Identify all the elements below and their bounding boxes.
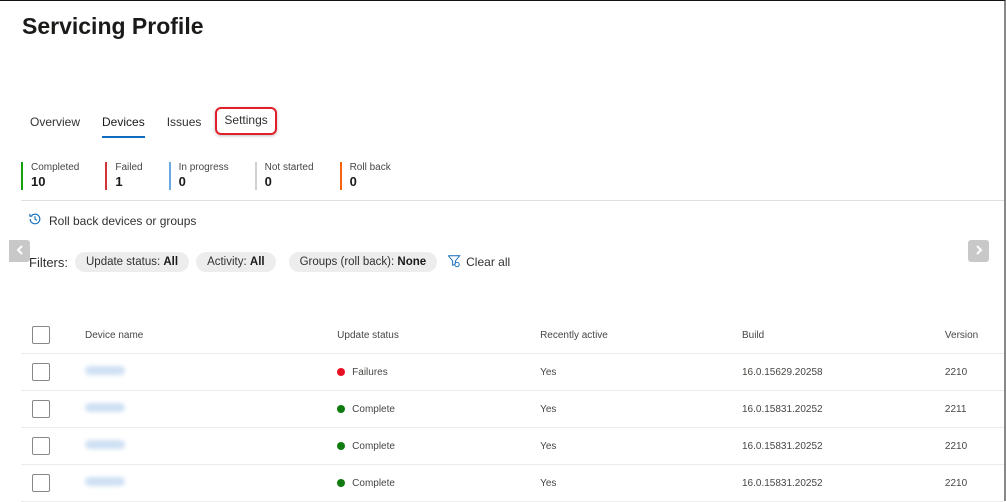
- update-status-cell: Complete: [337, 404, 540, 415]
- page-title: Servicing Profile: [22, 13, 204, 39]
- tab-devices[interactable]: Devices: [94, 109, 153, 138]
- filters-label: Filters:: [29, 254, 68, 270]
- version-cell: 2210: [944, 440, 968, 452]
- status-summary: Completed 10 Failed 1 In progress 0 Not …: [21, 162, 417, 190]
- device-name-link-redacted[interactable]: [85, 440, 125, 449]
- status-text: Failures: [352, 366, 388, 378]
- filter-value: None: [397, 256, 427, 268]
- row-checkbox[interactable]: [32, 363, 50, 381]
- recently-active-cell: Yes: [540, 440, 557, 452]
- filter-activity[interactable]: Activity: All: [196, 252, 276, 272]
- recently-active-cell: Yes: [540, 403, 557, 415]
- column-header-recently-active[interactable]: Recently active: [540, 330, 742, 341]
- column-header-version[interactable]: Version: [945, 330, 1004, 341]
- device-name-cell: [85, 477, 337, 489]
- roll-back-devices-link[interactable]: Roll back devices or groups: [28, 212, 196, 229]
- recently-active-cell: Yes: [540, 477, 557, 489]
- stat-label: Roll back: [349, 162, 391, 173]
- filter-name: Groups (roll back):: [299, 256, 395, 268]
- filter-value: All: [163, 256, 179, 268]
- divider: [21, 200, 1004, 201]
- tab-settings[interactable]: Settings: [215, 107, 277, 135]
- device-name-cell: [85, 440, 337, 452]
- row-checkbox[interactable]: [32, 400, 50, 418]
- column-header-device-name[interactable]: Device name: [85, 330, 337, 341]
- table-row[interactable]: Complete Yes 16.0.15831.20252 2210: [21, 428, 1004, 465]
- stat-completed: Completed 10: [21, 162, 79, 190]
- update-status-cell: Complete: [337, 441, 540, 452]
- clear-filter-icon: [447, 254, 466, 271]
- scroll-right-button[interactable]: [968, 240, 989, 262]
- version-cell: 2210: [944, 366, 968, 378]
- clear-all-label: Clear all: [466, 255, 511, 269]
- status-text: Complete: [352, 440, 395, 452]
- update-status-cell: Complete: [337, 478, 540, 489]
- build-cell: 16.0.15831.20252: [741, 477, 823, 489]
- stat-value: 0: [178, 174, 186, 189]
- stat-label: In progress: [178, 162, 229, 173]
- filter-value: All: [249, 256, 265, 268]
- stat-in-progress: In progress 0: [168, 162, 229, 190]
- chevron-left-icon: [16, 242, 24, 260]
- device-name-link-redacted[interactable]: [85, 477, 125, 486]
- clear-all-filters-button[interactable]: Clear all: [447, 254, 510, 271]
- column-header-build[interactable]: Build: [742, 330, 945, 341]
- version-cell: 2211: [944, 403, 967, 415]
- build-cell: 16.0.15831.20252: [741, 440, 823, 452]
- update-status-cell: Failures: [337, 367, 540, 378]
- row-checkbox[interactable]: [32, 437, 50, 455]
- version-cell: 2210: [944, 477, 968, 489]
- stat-value: 1: [115, 174, 123, 189]
- select-all-checkbox[interactable]: [32, 326, 50, 344]
- filter-name: Activity:: [207, 256, 247, 268]
- stat-roll-back: Roll back 0: [339, 162, 391, 190]
- table-row[interactable]: Failures Yes 16.0.15629.20258 2210: [21, 354, 1004, 391]
- devices-table: Device name Update status Recently activ…: [21, 317, 1004, 502]
- filter-name: Update status:: [86, 256, 161, 268]
- device-name-link-redacted[interactable]: [85, 403, 125, 412]
- status-text: Complete: [352, 477, 395, 489]
- tab-issues[interactable]: Issues: [159, 109, 210, 135]
- device-name-cell: [85, 366, 337, 378]
- stat-value: 10: [31, 174, 46, 189]
- build-cell: 16.0.15831.20252: [741, 403, 823, 415]
- stat-label: Failed: [115, 162, 143, 173]
- filter-groups-roll-back[interactable]: Groups (roll back): None: [288, 252, 438, 272]
- status-dot-icon: [337, 479, 346, 487]
- stat-not-started: Not started 0: [254, 162, 314, 190]
- status-dot-icon: [337, 405, 346, 413]
- status-dot-icon: [337, 442, 346, 450]
- stat-label: Not started: [264, 162, 314, 173]
- filter-update-status[interactable]: Update status: All: [75, 252, 190, 272]
- stat-value: 0: [264, 174, 272, 189]
- stat-label: Completed: [31, 162, 80, 173]
- tab-bar: Overview Devices Issues Settings: [22, 107, 283, 138]
- chevron-right-icon: [975, 242, 983, 260]
- column-header-update-status[interactable]: Update status: [337, 330, 540, 341]
- scroll-left-button[interactable]: [9, 240, 30, 262]
- status-text: Complete: [352, 403, 395, 415]
- device-name-link-redacted[interactable]: [85, 366, 125, 375]
- stat-failed: Failed 1: [105, 162, 143, 190]
- row-checkbox[interactable]: [32, 474, 50, 492]
- device-name-cell: [85, 403, 337, 415]
- history-icon: [28, 212, 49, 229]
- status-dot-icon: [337, 368, 346, 376]
- table-row[interactable]: Complete Yes 16.0.15831.20252 2210: [21, 465, 1004, 502]
- tab-overview[interactable]: Overview: [22, 109, 88, 135]
- build-cell: 16.0.15629.20258: [741, 366, 823, 378]
- filter-bar: Filters: Update status: All Activity: Al…: [29, 252, 510, 272]
- table-row[interactable]: Complete Yes 16.0.15831.20252 2211: [21, 391, 1004, 428]
- roll-back-label: Roll back devices or groups: [49, 213, 197, 228]
- stat-value: 0: [349, 174, 357, 189]
- table-header: Device name Update status Recently activ…: [21, 317, 1004, 354]
- recently-active-cell: Yes: [540, 366, 557, 378]
